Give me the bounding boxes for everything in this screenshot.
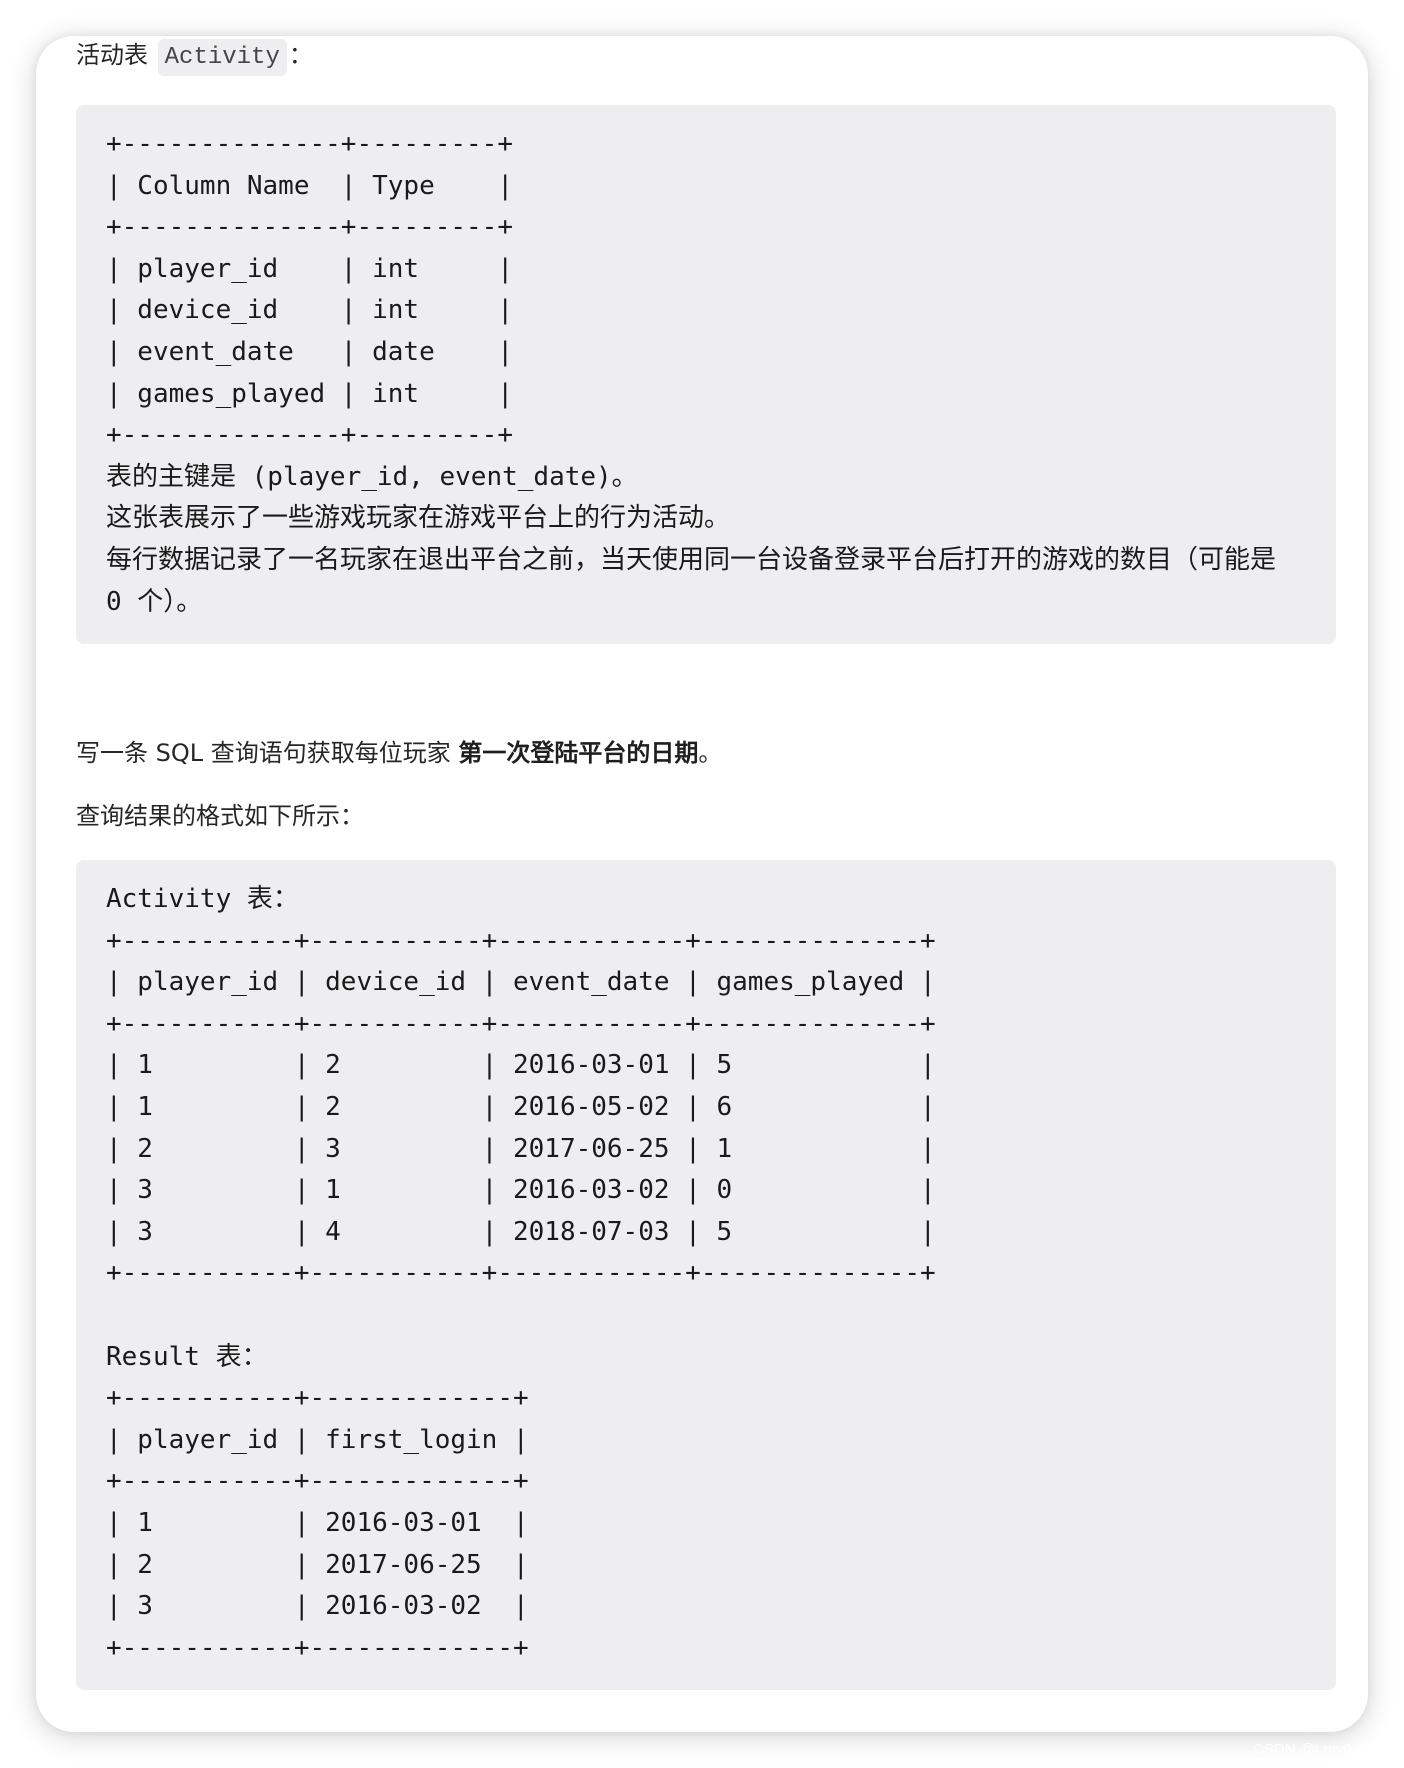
code-line: Activity 表： [106,884,299,914]
code-line: +-----------+-------------+ [106,1632,529,1663]
code-line: | player_id | device_id | event_date | g… [106,967,936,998]
code-line: +-----------+-----------+------------+--… [106,1258,936,1289]
intro-line: 活动表 Activity： [76,38,313,76]
code-line: Result 表： [106,1341,268,1372]
code-line: +-----------+-------------+ [106,1383,529,1414]
code-line: | games_played | int | [106,378,513,409]
code-line: 这张表展示了一些游戏玩家在游戏平台上的行为活动。 [106,503,731,534]
code-line: 每行数据记录了一名玩家在退出平台之前，当天使用同一台设备登录平台后打开的游戏的数… [106,544,1277,575]
task-statement: 写一条 SQL 查询语句获取每位玩家 第一次登陆平台的日期。 [76,736,722,770]
code-line: | 2 | 2017-06-25 | [106,1549,529,1580]
code-line: | 3 | 4 | 2018-07-03 | 5 | [106,1216,936,1247]
code-line: +-----------+-------------+ [106,1466,529,1497]
code-line: | 1 | 2 | 2016-03-01 | 5 | [106,1050,936,1081]
example-code: Activity 表： +-----------+-----------+----… [106,879,936,1669]
schema-code-block: +--------------+---------+ | Column Name … [76,105,1336,644]
intro-suffix: ： [288,41,313,69]
code-line: | device_id | int | [106,295,513,326]
task-prefix: 写一条 SQL 查询语句获取每位玩家 [76,739,459,767]
code-line: | 3 | 1 | 2016-03-02 | 0 | [106,1175,936,1206]
watermark: CSDN @Lmy02080 [1253,1741,1385,1758]
task-bold: 第一次登陆平台的日期 [458,739,699,767]
code-line: | player_id | int | [106,253,513,284]
code-line: +--------------+---------+ [106,212,513,243]
example-code-block: Activity 表： +-----------+-----------+----… [76,860,1336,1690]
code-line: | 2 | 3 | 2017-06-25 | 1 | [106,1133,936,1164]
schema-code: +--------------+---------+ | Column Name … [106,124,1276,623]
code-line: | event_date | date | [106,336,513,367]
inline-code-table-name: Activity [157,39,287,76]
code-line: +-----------+-----------+------------+--… [106,1008,936,1039]
format-intro: 查询结果的格式如下所示： [76,802,364,830]
code-line: | 1 | 2 | 2016-05-02 | 6 | [106,1091,936,1122]
code-line: +--------------+---------+ [106,420,513,451]
code-line: | player_id | first_login | [106,1424,529,1455]
code-line: 表的主键是 (player_id, event_date)。 [106,461,638,492]
task-suffix: 。 [698,739,723,767]
code-line: | 3 | 2016-03-02 | [106,1591,529,1622]
intro-prefix: 活动表 [76,41,148,69]
code-line: +-----------+-----------+------------+--… [106,925,936,956]
code-line: | 1 | 2016-03-01 | [106,1507,529,1538]
code-line: | Column Name | Type | [106,170,513,201]
code-line: 0 个）。 [106,586,203,617]
code-line: +--------------+---------+ [106,129,513,159]
